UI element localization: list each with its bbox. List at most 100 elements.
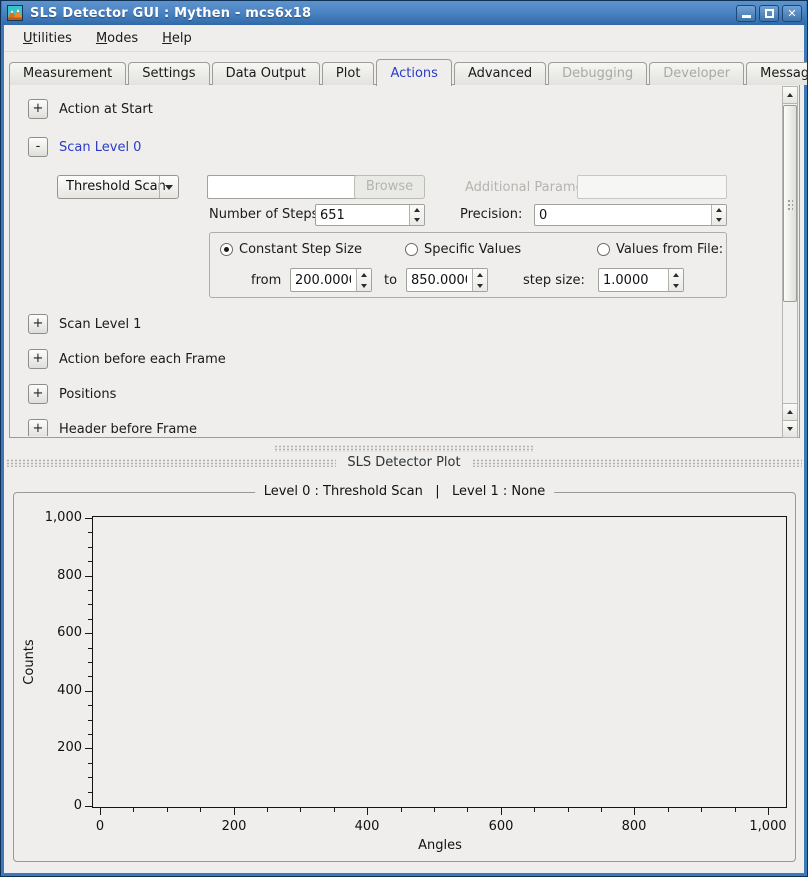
y-major-tick (85, 748, 92, 749)
scroll-down-button[interactable] (783, 420, 797, 437)
spin-arrows (356, 269, 371, 291)
number-of-steps-input[interactable] (316, 205, 408, 225)
dotted-divider (6, 459, 336, 467)
x-minor-tick (334, 808, 335, 812)
radio-values-from-file[interactable]: Values from File: (597, 242, 723, 257)
chevron-down-icon (165, 185, 173, 190)
tab-measurement[interactable]: Measurement (9, 62, 126, 85)
spin-down-button[interactable] (357, 280, 371, 291)
vertical-scrollbar[interactable] (782, 86, 798, 438)
title-bar: SLS Detector GUI : Mythen - mcs6x18 ✕ (2, 1, 806, 25)
app-logo-icon (7, 5, 23, 21)
radio-label: Constant Step Size (239, 242, 362, 257)
y-major-tick (85, 576, 92, 577)
scroll-up-button-bottom[interactable] (783, 403, 797, 420)
expand-toggle-positions[interactable]: + (28, 384, 48, 404)
tab-actions[interactable]: Actions (376, 59, 452, 86)
radio-circle-icon (220, 243, 233, 256)
menu-utilities[interactable]: Utilities (14, 27, 81, 50)
expand-toggle-action-before-each-frame[interactable]: + (28, 349, 48, 369)
spin-down-button[interactable] (669, 280, 683, 291)
plot-section-title: SLS Detector Plot (336, 455, 471, 470)
plot-group-title: Level 0 : Threshold Scan | Level 1 : Non… (255, 484, 555, 499)
spin-up-button[interactable] (473, 269, 487, 280)
y-minor-tick (88, 792, 92, 793)
maximize-button[interactable] (759, 5, 779, 22)
actions-accordion: + Action at Start -Scan Level 0 Threshold … (11, 86, 781, 436)
tab-plot[interactable]: Plot (322, 62, 375, 85)
x-minor-tick (568, 808, 569, 812)
section-label-action-at-start: Action at Start (59, 102, 153, 117)
x-axis-label: Angles (394, 838, 486, 853)
x-tick-label: 800 (604, 819, 664, 834)
x-minor-tick (434, 808, 435, 812)
browse-button: Browse (354, 175, 425, 199)
precision-spinbox (534, 204, 727, 226)
tab-advanced[interactable]: Advanced (454, 62, 546, 85)
x-minor-tick (701, 808, 702, 812)
y-minor-tick (88, 648, 92, 649)
menu-modes[interactable]: Modes (87, 27, 147, 50)
scan-level-0-panel: Threshold Scan Browse Additional Paramet… (11, 175, 781, 298)
radio-label: Specific Values (424, 242, 521, 257)
close-button[interactable]: ✕ (782, 5, 802, 22)
spin-down-button[interactable] (473, 280, 487, 291)
accordion-row-positions: +Positions (11, 384, 781, 404)
menu-help[interactable]: Help (153, 27, 201, 50)
expand-toggle-scan-level-1[interactable]: + (28, 314, 48, 334)
from-label: from (251, 273, 281, 288)
arrow-up-icon (716, 208, 722, 212)
spin-up-button[interactable] (712, 205, 726, 215)
plot-section-header: SLS Detector Plot (6, 454, 802, 471)
minimize-button[interactable] (736, 5, 756, 22)
tab-settings[interactable]: Settings (128, 62, 209, 85)
to-input[interactable] (407, 269, 471, 291)
arrow-down-icon (673, 284, 679, 288)
spin-up-button[interactable] (410, 205, 424, 215)
y-major-tick (85, 633, 92, 634)
scan-mode-combobox[interactable]: Threshold Scan (57, 175, 179, 199)
y-minor-tick (88, 662, 92, 663)
precision-input[interactable] (535, 205, 710, 225)
tab-messages[interactable]: Messages (746, 62, 808, 85)
y-minor-tick (88, 619, 92, 620)
spin-arrows (711, 205, 726, 225)
combo-dropdown-section[interactable] (159, 176, 178, 198)
splitter-handle[interactable] (274, 445, 534, 452)
expand-toggle-scan-level-0[interactable]: - (28, 137, 48, 157)
x-minor-tick (735, 808, 736, 812)
scrollbar-thumb[interactable] (783, 105, 797, 302)
accordion-row-scan-level-0: -Scan Level 0 (11, 137, 781, 157)
y-minor-tick (88, 705, 92, 706)
scan-script-input[interactable] (207, 175, 357, 199)
y-minor-tick (88, 720, 92, 721)
radio-specific-values[interactable]: Specific Values (405, 242, 521, 257)
accordion-row-header-before-frame: +Header before Frame (11, 419, 781, 436)
y-minor-tick (88, 561, 92, 562)
x-minor-tick (534, 808, 535, 812)
accordion-row-action-at-start: + Action at Start (11, 99, 781, 119)
spin-down-button[interactable] (712, 215, 726, 225)
tab-data-output[interactable]: Data Output (212, 62, 320, 85)
from-input[interactable] (291, 269, 355, 291)
radio-constant-step-size[interactable]: Constant Step Size (220, 242, 362, 257)
expand-toggle-action-at-start[interactable]: + (28, 99, 48, 119)
arrow-down-icon (361, 284, 367, 288)
arrow-up-icon (361, 273, 367, 277)
step-size-input[interactable] (599, 269, 667, 291)
spin-arrows (668, 269, 683, 291)
spin-up-button[interactable] (669, 269, 683, 280)
section-label-scan-level-0: Scan Level 0 (59, 140, 141, 155)
scroll-up-button[interactable] (783, 87, 797, 104)
spin-up-button[interactable] (357, 269, 371, 280)
minimize-icon (742, 15, 751, 18)
expand-toggle-header-before-frame[interactable]: + (28, 419, 48, 436)
x-minor-tick (300, 808, 301, 812)
spin-down-button[interactable] (410, 215, 424, 225)
y-minor-tick (88, 734, 92, 735)
x-minor-tick (401, 808, 402, 812)
step-size-label: step size: (523, 273, 585, 288)
step-size-spinbox (598, 268, 684, 292)
x-minor-tick (467, 808, 468, 812)
y-minor-tick (88, 763, 92, 764)
